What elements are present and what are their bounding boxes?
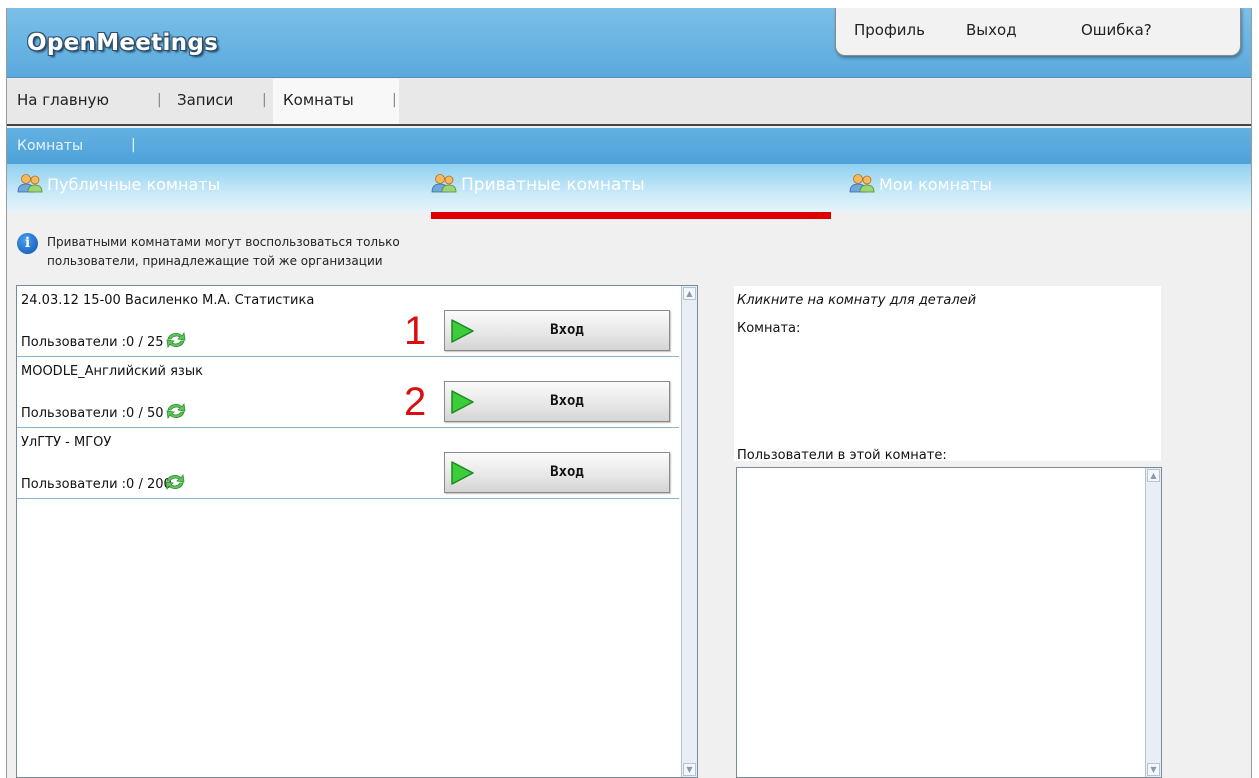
bug-report-link[interactable]: Ошибка? (1081, 21, 1152, 39)
info-icon: i (17, 233, 38, 254)
nav-separator: | (262, 92, 267, 108)
refresh-icon[interactable] (164, 472, 186, 492)
nav-item-recordings[interactable]: Записи (177, 91, 233, 109)
room-name: УлГТУ - МГОУ (21, 435, 112, 450)
enter-room-button[interactable]: Вход (444, 310, 670, 351)
refresh-icon[interactable] (165, 330, 187, 350)
enter-room-button[interactable]: Вход (444, 381, 670, 422)
tab-my-rooms-label: Мои комнаты (879, 175, 992, 194)
app-window: OpenMeetings Профиль Выход Ошибка? На гл… (6, 8, 1252, 778)
enter-room-label: Вход (550, 393, 584, 409)
logout-link[interactable]: Выход (966, 21, 1017, 39)
scroll-up-icon[interactable]: ▲ (1147, 469, 1160, 482)
room-type-tabs: Публичные комнаты Приватные комнаты Мои … (7, 164, 1251, 212)
annotation-number: 2 (404, 380, 427, 424)
rooms-list: 24.03.12 15-00 Василенко М.А. Статистика… (16, 285, 698, 778)
details-hint: Кликните на комнату для деталей (737, 293, 977, 308)
sub-nav: Комнаты | (7, 128, 1251, 164)
enter-room-button[interactable]: Вход (444, 452, 670, 493)
tab-private-rooms[interactable]: Приватные комнаты (431, 173, 645, 195)
room-users-label: Пользователи в этой комнате: (737, 448, 947, 463)
profile-link[interactable]: Профиль (854, 21, 925, 39)
scroll-up-icon[interactable]: ▲ (683, 287, 696, 300)
room-users-list: ▲ ▼ (736, 467, 1162, 778)
app-logo: OpenMeetings (27, 30, 219, 56)
nav-item-rooms[interactable]: Комнаты (283, 91, 354, 109)
room-name: MOODLE_Английский язык (21, 364, 203, 379)
user-menu: Профиль Выход Ошибка? (835, 8, 1241, 56)
room-item[interactable]: 24.03.12 15-00 Василенко М.А. Статистика… (17, 286, 679, 357)
header: OpenMeetings Профиль Выход Ошибка? (7, 8, 1251, 78)
users-icon (431, 174, 457, 193)
users-icon (849, 174, 875, 193)
room-name: 24.03.12 15-00 Василенко М.А. Статистика (21, 293, 315, 308)
rooms-scrollbar[interactable]: ▲ ▼ (681, 286, 697, 777)
users-scrollbar[interactable]: ▲ ▼ (1145, 468, 1161, 777)
room-users-text: Пользователи :0 / 50 (21, 406, 164, 421)
room-users-count: Пользователи :0 / 25 (21, 330, 187, 350)
subnav-separator: | (131, 137, 136, 153)
nav-item-home[interactable]: На главную (17, 91, 109, 109)
room-users-text: Пользователи :0 / 25 (21, 335, 164, 350)
main-nav: На главную | Записи | Комнаты | (7, 79, 1251, 126)
users-icon (17, 174, 43, 193)
room-users-text: Пользователи :0 / 200 (21, 477, 172, 492)
nav-separator: | (157, 92, 162, 108)
subnav-item-rooms[interactable]: Комнаты (17, 138, 83, 154)
enter-room-label: Вход (550, 322, 584, 338)
tab-my-rooms[interactable]: Мои комнаты (849, 173, 992, 194)
nav-separator: | (392, 92, 397, 108)
room-item[interactable]: УлГТУ - МГОУ Пользователи :0 / 200 Вход (17, 428, 679, 499)
scroll-down-icon[interactable]: ▼ (683, 763, 696, 776)
enter-room-label: Вход (550, 464, 584, 480)
tab-public-rooms-label: Публичные комнаты (47, 175, 221, 194)
room-details-panel: Кликните на комнату для деталей Комната: (734, 286, 1161, 461)
refresh-icon[interactable] (165, 401, 187, 421)
room-item[interactable]: MOODLE_Английский язык Пользователи :0 /… (17, 357, 679, 428)
tab-public-rooms[interactable]: Публичные комнаты (17, 173, 220, 194)
scroll-down-icon[interactable]: ▼ (1147, 763, 1160, 776)
tab-private-rooms-label: Приватные комнаты (461, 175, 645, 195)
info-message: Приватными комнатами могут воспользовать… (47, 233, 607, 271)
info-line: Приватными комнатами могут воспользовать… (47, 235, 400, 249)
annotation-number: 1 (404, 309, 427, 353)
active-tab-underline (431, 212, 831, 219)
details-room-label: Комната: (737, 321, 801, 336)
room-users-count: Пользователи :0 / 200 (21, 472, 186, 492)
info-line: пользователи, принадлежащие той же орган… (47, 254, 383, 268)
room-users-count: Пользователи :0 / 50 (21, 401, 187, 421)
